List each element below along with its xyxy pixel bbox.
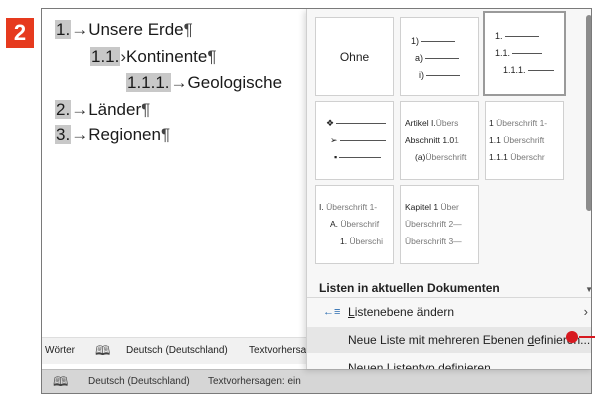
- list-item[interactable]: 1.1.1.→Geologische: [126, 73, 282, 93]
- list-level-icon: ←≡: [323, 306, 341, 318]
- list-text: Länder: [88, 100, 142, 119]
- pointer-marker-line: [579, 336, 595, 338]
- list-number: 1.1.: [90, 47, 121, 66]
- pilcrow: ¶: [183, 20, 193, 39]
- list-style-decimal[interactable]: 1. 1.1. 1.1.1.: [483, 11, 566, 96]
- pilcrow: ¶: [207, 47, 217, 66]
- tile-line: 1. Überschi: [340, 236, 384, 246]
- book-icon[interactable]: 🕮: [53, 370, 68, 393]
- tile-line: Überschrift 2—: [405, 219, 462, 229]
- tile-line: ➢: [330, 135, 386, 145]
- list-text: Kontinente: [126, 47, 208, 66]
- section-heading-current-lists: Listen in aktuellen Dokumenten: [319, 281, 500, 295]
- list-item[interactable]: 2.→Länder¶: [55, 100, 150, 120]
- tile-line: Überschrift 3—: [405, 236, 462, 246]
- list-text: Unsere Erde: [88, 20, 184, 39]
- text-predictions-status[interactable]: Textvorhersagen: ein: [208, 370, 301, 393]
- tile-line: 1.1 Überschrift: [489, 135, 545, 145]
- word-count[interactable]: Wörter: [45, 338, 75, 364]
- tile-line: i): [419, 70, 460, 80]
- list-style-bullets[interactable]: ❖ ➢ ▪: [315, 101, 394, 180]
- list-item[interactable]: 3.→Regionen¶: [55, 125, 170, 145]
- chevron-right-icon: ›: [583, 304, 588, 319]
- scrollbar[interactable]: [584, 9, 591, 309]
- list-text: Regionen: [88, 125, 161, 144]
- menu-item-change-list-level[interactable]: ←≡ Listenebene ändern ›: [307, 299, 591, 325]
- list-item[interactable]: 1.→Unsere Erde¶: [55, 20, 193, 40]
- tab-arrow: →: [71, 125, 89, 144]
- tile-line: 1.1.: [495, 48, 543, 58]
- status-bar-secondary: 🕮 Deutsch (Deutschland) Textvorhersagen:…: [42, 369, 591, 393]
- tile-line: 1.1.1.: [503, 65, 554, 75]
- scrollbar-thumb[interactable]: [586, 15, 591, 211]
- menu-divider: [307, 297, 591, 298]
- tile-line: A. Überschrif: [330, 219, 380, 229]
- book-icon[interactable]: 🕮: [95, 338, 110, 364]
- tile-line: Kapitel 1 Über: [405, 202, 459, 212]
- tile-label: Ohne: [339, 50, 370, 64]
- list-number: 3.: [55, 125, 72, 144]
- list-text: Geologische: [187, 73, 283, 92]
- document-area[interactable]: 1.→Unsere Erde¶ 1.1.›Kontinente¶ 1.1.1.→…: [42, 9, 307, 329]
- list-number: 2.: [55, 100, 72, 119]
- list-style-none[interactable]: Ohne: [315, 17, 394, 96]
- tile-line: Abschnitt 1.01: [405, 135, 459, 145]
- multilevel-list-dropdown: ▼ Ohne 1) a) i) 1. 1.1. 1.1.1. ❖ ➢ ▪ Art…: [306, 9, 591, 369]
- list-style-roman[interactable]: I. Überschrift 1- A. Überschrif 1. Übers…: [315, 185, 394, 264]
- status-bar: Wörter 🕮 Deutsch (Deutschland) Textvorhe…: [42, 337, 307, 364]
- menu-item-label: Listenebene ändern: [348, 305, 455, 319]
- tile-line: 1.: [495, 31, 539, 41]
- text-predictions-status[interactable]: Textvorhersa: [249, 338, 306, 364]
- pointer-marker-dot: [566, 331, 578, 343]
- list-style-heading-numbers[interactable]: 1 Überschrift 1- 1.1 Überschrift 1.1.1 Ü…: [485, 101, 564, 180]
- tile-line: ▪: [334, 152, 382, 162]
- pilcrow: ¶: [160, 125, 171, 144]
- menu-item-label: Neuen Listentyp definieren...: [348, 361, 501, 369]
- step-badge: 2: [6, 18, 34, 48]
- tile-line: I. Überschrift 1-: [319, 202, 378, 212]
- tile-line: a): [415, 53, 460, 63]
- menu-item-define-new-multilevel-list[interactable]: Neue Liste mit mehreren Ebenen definiere…: [307, 327, 591, 353]
- language-status[interactable]: Deutsch (Deutschland): [88, 370, 190, 393]
- tile-line: (a)Überschrift: [415, 152, 467, 162]
- list-number: 1.: [55, 20, 72, 39]
- list-style-numbered[interactable]: 1) a) i): [400, 17, 479, 96]
- tile-line: ❖: [326, 118, 387, 128]
- tab-arrow: →: [71, 100, 89, 119]
- language-status[interactable]: Deutsch (Deutschland): [126, 338, 228, 364]
- menu-item-define-new-list-style[interactable]: Neuen Listentyp definieren...: [307, 355, 591, 369]
- list-number: 1.1.1.: [126, 73, 171, 92]
- scroll-down-arrow-icon[interactable]: ▼: [585, 285, 591, 294]
- list-style-chapter[interactable]: Kapitel 1 Über Überschrift 2— Überschrif…: [400, 185, 479, 264]
- tile-line: 1): [411, 36, 456, 46]
- list-style-article[interactable]: Artikel I.Übers Abschnitt 1.01 (a)Übersc…: [400, 101, 479, 180]
- word-window: 1.→Unsere Erde¶ 1.1.›Kontinente¶ 1.1.1.→…: [41, 8, 592, 394]
- tile-line: Artikel I.Übers: [405, 118, 459, 128]
- pilcrow: ¶: [141, 100, 151, 119]
- tab-arrow: →: [71, 20, 89, 39]
- menu-item-label: Neue Liste mit mehreren Ebenen definiere…: [348, 333, 591, 347]
- tab-arrow: →: [170, 73, 188, 92]
- tile-line: 1.1.1 Überschr: [489, 152, 545, 162]
- tile-line: 1 Überschrift 1-: [489, 118, 548, 128]
- list-item[interactable]: 1.1.›Kontinente¶: [90, 47, 216, 67]
